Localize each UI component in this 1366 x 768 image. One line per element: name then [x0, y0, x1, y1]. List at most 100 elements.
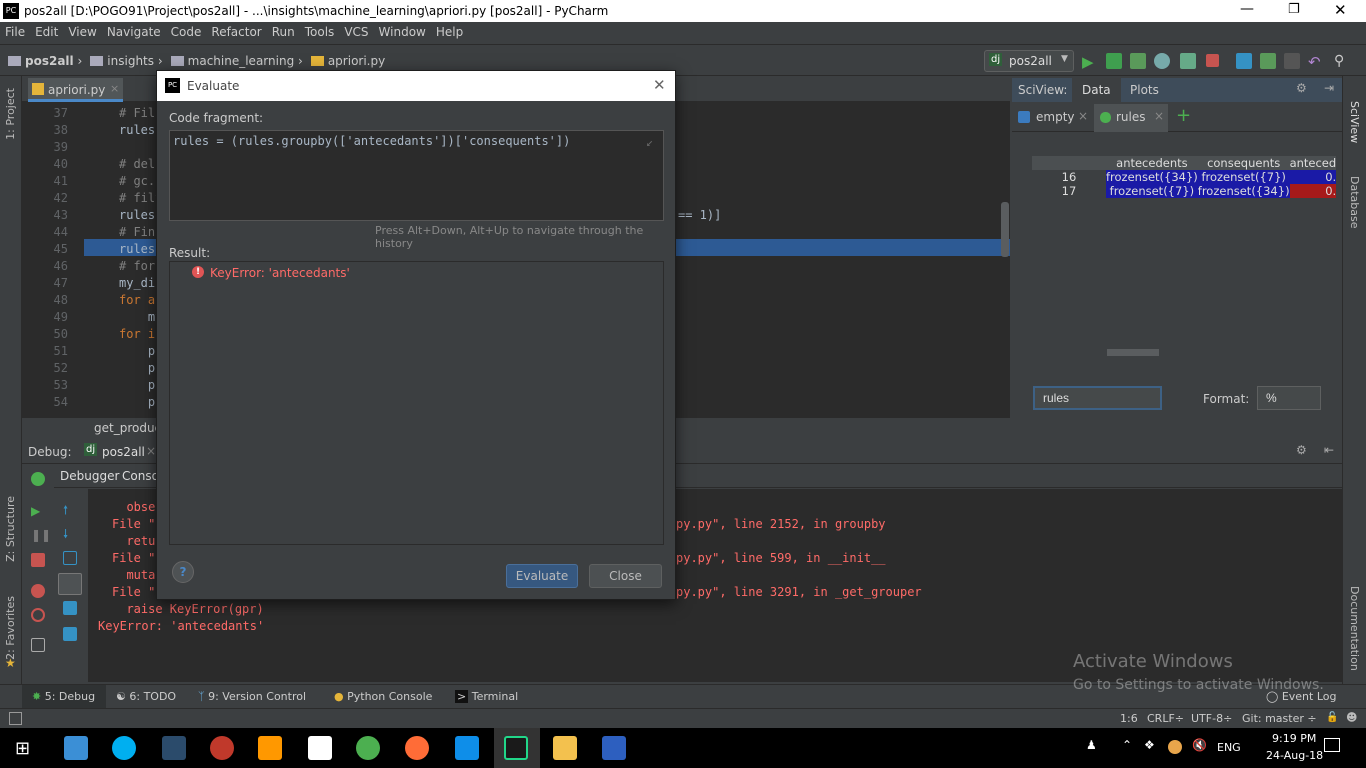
volume-muted-icon[interactable]: 🔇 — [1192, 738, 1207, 752]
menu-run[interactable]: Run — [267, 22, 300, 42]
vcs-compare-icon[interactable] — [1284, 53, 1300, 69]
tool-tab-project[interactable]: 1: Project — [4, 88, 17, 140]
git-branch[interactable]: Git: master ÷ — [1242, 712, 1317, 725]
column-header[interactable]: anteced — [1290, 156, 1337, 170]
language-indicator[interactable]: ENG — [1217, 741, 1241, 754]
tab-debugger[interactable]: Debugger — [60, 469, 119, 483]
var-tab-empty[interactable]: empty — [1036, 110, 1075, 124]
notes-icon[interactable] — [308, 736, 332, 760]
variable-input[interactable] — [1033, 386, 1162, 410]
stop-icon[interactable] — [31, 553, 45, 567]
hide-panel-icon[interactable]: ⇤ — [1324, 443, 1334, 457]
evaluate-button[interactable]: Evaluate — [506, 564, 578, 588]
soft-wrap-icon[interactable] — [63, 551, 77, 565]
collapse-icon[interactable]: ↙ — [646, 135, 653, 149]
pause-icon[interactable]: ❚❚ — [31, 528, 51, 542]
this-pc-icon[interactable] — [64, 736, 88, 760]
mysql-workbench-icon[interactable] — [162, 736, 186, 760]
chrome-icon[interactable] — [356, 736, 380, 760]
menu-vcs[interactable]: VCS — [339, 22, 373, 42]
table-row[interactable]: 17 frozenset({7}) frozenset({34}) 0. — [1032, 184, 1337, 198]
dialog-close-icon[interactable]: ✕ — [653, 76, 666, 94]
skype-icon[interactable] — [112, 736, 136, 760]
notifications-icon[interactable] — [1324, 738, 1340, 752]
run-coverage-icon[interactable] — [1130, 53, 1146, 69]
traceback-location[interactable]: py.py", line 2152, in groupby — [676, 517, 886, 531]
layout-icon[interactable] — [31, 638, 45, 652]
menu-code[interactable]: Code — [166, 22, 207, 42]
people-icon[interactable]: ♟ — [1086, 738, 1097, 752]
run-config-select[interactable]: dj pos2all ▼ — [984, 50, 1074, 72]
column-header[interactable]: antecedents — [1106, 156, 1198, 170]
tool-todo[interactable]: ☯ 6: TODO — [116, 690, 176, 703]
maximize-button[interactable]: ❐ — [1288, 2, 1300, 17]
breadcrumb-machine-learning[interactable]: machine_learning — [188, 54, 295, 68]
lock-icon[interactable]: 🔓 — [1326, 712, 1338, 723]
stop-icon[interactable] — [1206, 54, 1219, 67]
recorder-icon[interactable] — [210, 736, 234, 760]
clock-time[interactable]: 9:19 PM — [1272, 732, 1316, 745]
close-tab-icon[interactable]: × — [1078, 109, 1088, 123]
tool-tab-structure[interactable]: Z: Structure — [4, 496, 17, 562]
caret-position[interactable]: 1:6 — [1120, 712, 1138, 725]
editor-tab-apriori[interactable]: apriori.py × — [28, 78, 123, 102]
menu-refactor[interactable]: Refactor — [206, 22, 266, 42]
print-icon[interactable] — [63, 601, 77, 615]
vcs-update-icon[interactable] — [1236, 53, 1252, 69]
concurrency-icon[interactable] — [1180, 53, 1196, 69]
tool-tab-sciview[interactable]: SciView — [1348, 101, 1361, 143]
sublime-text-icon[interactable] — [258, 736, 282, 760]
arrow-up-icon[interactable]: 🠕 — [63, 501, 77, 517]
inspector-icon[interactable]: ☻ — [1346, 711, 1357, 724]
teamviewer-icon[interactable] — [455, 736, 479, 760]
menu-view[interactable]: View — [63, 22, 101, 42]
gear-icon[interactable]: ⚙ — [1296, 443, 1307, 457]
run-icon[interactable]: ▶ — [1082, 53, 1098, 71]
tab-plots[interactable]: Plots — [1130, 83, 1159, 97]
menu-window[interactable]: Window — [374, 22, 431, 42]
dropbox-icon[interactable]: ❖ — [1144, 738, 1155, 752]
breadcrumb-file[interactable]: apriori.py — [328, 54, 385, 68]
tool-tab-favorites[interactable]: 2: Favorites — [4, 596, 17, 660]
add-tab-icon[interactable]: + — [1176, 105, 1191, 126]
clock-date[interactable]: 24-Aug-18 — [1266, 749, 1323, 762]
line-separator[interactable]: CRLF÷ — [1147, 712, 1184, 725]
code-fragment-editor[interactable]: rules = (rules.groupby(['antecedants'])[… — [169, 130, 664, 221]
editor-scrollbar[interactable] — [1001, 202, 1009, 257]
close-tab-icon[interactable]: × — [110, 82, 119, 95]
tab-data[interactable]: Data — [1072, 78, 1121, 102]
format-input[interactable] — [1257, 386, 1321, 410]
close-tab-icon[interactable]: × — [1154, 109, 1164, 123]
tool-python-console[interactable]: ● Python Console — [334, 690, 432, 703]
resume-icon[interactable]: ▶ — [31, 504, 45, 518]
breadcrumb-project[interactable]: pos2all — [25, 54, 74, 68]
tray-chevron-icon[interactable]: ⌃ — [1122, 738, 1132, 752]
tool-version-control[interactable]: ᛉ 9: Version Control — [198, 690, 306, 703]
trash-icon[interactable] — [63, 627, 77, 641]
menu-help[interactable]: Help — [431, 22, 468, 42]
rerun-icon[interactable] — [31, 472, 45, 486]
table-scrollbar[interactable] — [1107, 349, 1159, 356]
table-row[interactable]: 16 frozenset({34}) frozenset({7}) 0. — [1032, 170, 1337, 184]
column-header[interactable]: consequents — [1198, 156, 1290, 170]
tool-terminal[interactable]: > Terminal — [455, 690, 518, 703]
vcs-commit-icon[interactable] — [1260, 53, 1276, 69]
profile-icon[interactable] — [1154, 53, 1170, 69]
result-tree[interactable]: ! KeyError: 'antecedants' — [169, 261, 664, 545]
menu-file[interactable]: File — [0, 22, 30, 42]
menu-tools[interactable]: Tools — [300, 22, 340, 42]
breadcrumb-insights[interactable]: insights — [107, 54, 154, 68]
help-button[interactable]: ? — [172, 561, 194, 583]
arrow-down-icon[interactable]: 🠗 — [63, 525, 77, 541]
file-encoding[interactable]: UTF-8÷ — [1191, 712, 1232, 725]
close-tab-icon[interactable]: × — [146, 444, 156, 458]
mute-breakpoints-icon[interactable] — [31, 608, 45, 622]
close-window-button[interactable]: ✕ — [1334, 1, 1347, 19]
view-breakpoints-icon[interactable] — [31, 584, 45, 598]
powershell-icon[interactable] — [602, 736, 626, 760]
close-button[interactable]: Close — [589, 564, 662, 588]
tool-tab-database[interactable]: Database — [1348, 176, 1361, 229]
scroll-to-end-icon[interactable] — [58, 573, 82, 595]
traceback-location[interactable]: py.py", line 3291, in _get_grouper — [676, 585, 922, 599]
minimize-button[interactable]: — — [1240, 1, 1254, 17]
